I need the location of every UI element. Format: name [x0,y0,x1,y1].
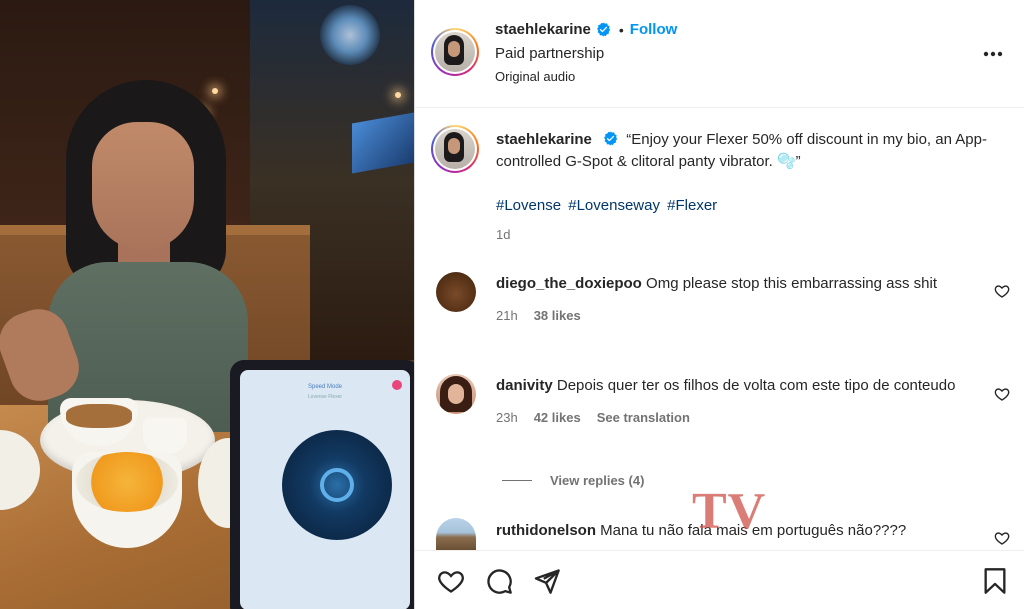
post-header: staehlekarine • Follow Paid partnership … [415,0,1024,108]
hashtag-list: #Lovense #Lovenseway #Flexer [496,195,996,217]
share-icon[interactable] [533,567,561,595]
author-avatar[interactable] [431,28,479,76]
comment-body: danivity Depois quer ter os filhos de vo… [496,375,966,429]
heart-icon[interactable] [437,567,465,595]
post-video[interactable]: Speed Mode Lovense Flexer [0,0,414,609]
verified-badge-icon [604,131,618,146]
comment-time[interactable]: 23h [496,407,518,429]
phone: Speed Mode Lovense Flexer [230,360,414,609]
author-info: staehlekarine • Follow Paid partnership … [495,21,677,84]
more-options-icon[interactable] [981,42,1005,66]
woman-face [92,122,194,250]
like-comment-heart-icon[interactable] [994,386,1010,402]
restaurant-sign [320,5,380,65]
comment-time[interactable]: 21h [496,305,518,327]
comment-icon[interactable] [485,567,513,595]
view-replies-button[interactable]: View replies (4) [502,473,644,488]
comment-text: Depois quer ter os filhos de volta com e… [556,377,956,394]
caption-username[interactable]: staehlekarine [496,131,592,148]
bookmark-icon[interactable] [981,567,1009,595]
commenter-avatar[interactable] [436,518,476,550]
like-comment-heart-icon[interactable] [994,530,1010,546]
phone-screen: Speed Mode Lovense Flexer [240,370,410,609]
author-username[interactable]: staehlekarine [495,21,591,38]
replies-divider [502,480,532,481]
comment-likes[interactable]: 42 likes [534,407,581,429]
commenter-avatar[interactable] [436,272,476,312]
watermark: TV [692,483,767,540]
caption-body: staehlekarine “Enjoy your Flexer 50% off… [496,129,996,246]
commenter-username[interactable]: diego_the_doxiepoo [496,275,642,292]
comment-body: diego_the_doxiepoo Omg please stop this … [496,273,966,327]
phone-record-dot [392,380,402,390]
sauce-cup [143,418,187,454]
see-translation-link[interactable]: See translation [597,407,690,429]
like-comment-heart-icon[interactable] [994,283,1010,299]
post-action-bar [415,550,1024,609]
phone-subtitle: Lovense Flexer [307,394,343,400]
follow-button[interactable]: Follow [630,21,678,38]
comment-likes[interactable]: 38 likes [534,305,581,327]
paid-partnership-label[interactable]: Paid partnership [495,45,677,62]
commenter-username[interactable]: ruthidonelson [496,522,596,539]
ceiling-lamp [395,92,401,98]
hashtag-lovenseway[interactable]: #Lovenseway [568,197,660,214]
ceiling-lamp [212,88,218,94]
hashtag-lovense[interactable]: #Lovense [496,197,561,214]
audio-label[interactable]: Original audio [495,69,677,84]
comment-text: Omg please stop this embarrassing ass sh… [646,275,937,292]
commenter-avatar[interactable] [436,374,476,414]
phone-title: Speed Mode [307,384,343,390]
verified-badge-icon [596,22,611,37]
speed-dial [282,430,392,540]
separator-dot: • [618,21,624,38]
caption-avatar[interactable] [431,125,479,173]
hashtag-flexer[interactable]: #Flexer [667,197,717,214]
post-timestamp[interactable]: 1d [496,224,996,246]
comment-meta: 21h 38 likes [496,305,966,327]
comment-meta: 23h 42 likes See translation [496,407,966,429]
commenter-username[interactable]: danivity [496,377,553,394]
view-replies-label: View replies (4) [550,473,645,488]
